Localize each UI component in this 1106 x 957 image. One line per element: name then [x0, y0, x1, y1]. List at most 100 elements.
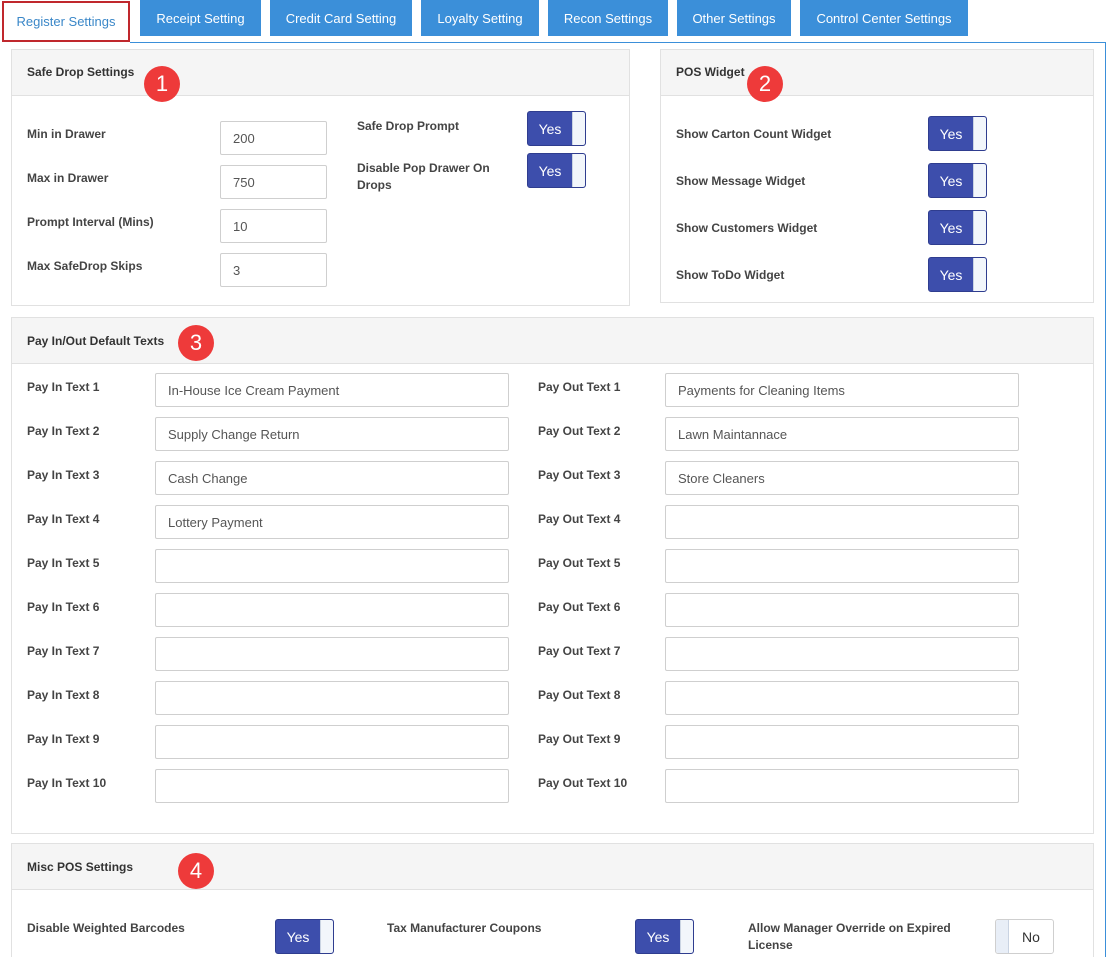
tab-receipt-setting[interactable]: Receipt Setting	[140, 0, 261, 36]
panel-title: Safe Drop Settings	[27, 65, 135, 79]
pay-out-label: Pay Out Text 3	[538, 468, 621, 482]
panel-header: POS Widget 2	[661, 50, 1093, 102]
toggle-label: Tax Manufacturer Coupons	[387, 921, 542, 935]
toggle-label: Show ToDo Widget	[676, 268, 785, 282]
toggle-label: Show Message Widget	[676, 174, 806, 188]
tab-register-settings[interactable]: Register Settings	[2, 1, 130, 42]
pay-out-text-3-input[interactable]	[665, 461, 1019, 495]
toggle-label: Safe Drop Prompt	[357, 119, 460, 133]
tab-credit-card-setting[interactable]: Credit Card Setting	[270, 0, 412, 36]
toggle-knob	[973, 117, 986, 150]
toggle-label: Disable Weighted Barcodes	[27, 921, 185, 935]
pay-in-text-2-input[interactable]	[155, 417, 509, 451]
panel-title: Pay In/Out Default Texts	[27, 334, 165, 348]
pay-in-label: Pay In Text 7	[27, 644, 100, 658]
misc-pos-settings-panel: Misc POS Settings 4 Disable Weighted Bar…	[11, 843, 1094, 957]
tab-recon-settings[interactable]: Recon Settings	[548, 0, 668, 36]
callout-badge-4: 4	[178, 853, 214, 889]
pay-in-text-3-input[interactable]	[155, 461, 509, 495]
message-widget-toggle[interactable]: Yes	[928, 163, 987, 198]
customers-widget-toggle[interactable]: Yes	[928, 210, 987, 245]
tax-manufacturer-coupons-toggle[interactable]: Yes	[635, 919, 694, 954]
pay-in-label: Pay In Text 5	[27, 556, 100, 570]
pay-in-text-8-input[interactable]	[155, 681, 509, 715]
pay-out-label: Pay Out Text 5	[538, 556, 621, 570]
tab-loyalty-setting[interactable]: Loyalty Setting	[421, 0, 539, 36]
carton-count-widget-toggle[interactable]: Yes	[928, 116, 987, 151]
panel-header: Pay In/Out Default Texts 3	[12, 318, 1093, 364]
toggle-state: Yes	[939, 219, 963, 236]
field-label: Max SafeDrop Skips	[27, 259, 143, 273]
tab-other-settings[interactable]: Other Settings	[677, 0, 791, 36]
pay-in-text-10-input[interactable]	[155, 769, 509, 803]
tab-control-center-settings[interactable]: Control Center Settings	[800, 0, 968, 36]
pay-out-text-1-input[interactable]	[665, 373, 1019, 407]
pay-in-label: Pay In Text 4	[27, 512, 100, 526]
max-safedrop-skips-input[interactable]	[220, 253, 327, 287]
panel-title: POS Widget	[676, 65, 745, 79]
pay-out-label: Pay Out Text 6	[538, 600, 621, 614]
pay-out-label: Pay Out Text 9	[538, 732, 621, 746]
pay-out-text-2-input[interactable]	[665, 417, 1019, 451]
pay-out-label: Pay Out Text 1	[538, 380, 621, 394]
settings-tab-bar: Register Settings Receipt Setting Credit…	[0, 0, 1106, 43]
pay-in-text-6-input[interactable]	[155, 593, 509, 627]
field-label: Prompt Interval (Mins)	[27, 215, 154, 229]
pay-out-label: Pay Out Text 8	[538, 688, 621, 702]
prompt-interval-input[interactable]	[220, 209, 327, 243]
pay-out-label: Pay Out Text 10	[538, 776, 628, 790]
min-in-drawer-input[interactable]	[220, 121, 327, 155]
pay-in-text-4-input[interactable]	[155, 505, 509, 539]
toggle-label: Disable Pop Drawer On Drops	[357, 161, 490, 192]
toggle-state: Yes	[939, 266, 963, 283]
pay-in-text-9-input[interactable]	[155, 725, 509, 759]
pay-in-label: Pay In Text 3	[27, 468, 100, 482]
toggle-state: Yes	[538, 120, 562, 137]
pay-in-label: Pay In Text 10	[27, 776, 107, 790]
safe-drop-prompt-toggle[interactable]: Yes	[527, 111, 586, 146]
toggle-label: Show Carton Count Widget	[676, 127, 832, 141]
toggle-label: Show Customers Widget	[676, 221, 818, 235]
disable-pop-drawer-toggle[interactable]: Yes	[527, 153, 586, 188]
pay-out-text-9-input[interactable]	[665, 725, 1019, 759]
toggle-state: Yes	[538, 162, 562, 179]
toggle-label: Allow Manager Override on Expired Licens…	[748, 921, 951, 952]
toggle-knob	[973, 211, 986, 244]
toggle-state: No	[1022, 928, 1040, 945]
disable-weighted-barcodes-toggle[interactable]: Yes	[275, 919, 334, 954]
allow-manager-override-toggle[interactable]: No	[995, 919, 1054, 954]
pay-out-label: Pay Out Text 7	[538, 644, 621, 658]
pay-out-text-8-input[interactable]	[665, 681, 1019, 715]
pay-in-text-7-input[interactable]	[155, 637, 509, 671]
toggle-state: Yes	[939, 172, 963, 189]
pay-in-text-1-input[interactable]	[155, 373, 509, 407]
callout-badge-1: 1	[144, 66, 180, 102]
pay-in-label: Pay In Text 6	[27, 600, 100, 614]
callout-badge-2: 2	[747, 66, 783, 102]
toggle-knob	[973, 164, 986, 197]
max-in-drawer-input[interactable]	[220, 165, 327, 199]
toggle-knob	[572, 154, 585, 187]
panel-header: Misc POS Settings 4	[12, 844, 1093, 890]
pay-in-text-5-input[interactable]	[155, 549, 509, 583]
pay-out-text-10-input[interactable]	[665, 769, 1019, 803]
panel-header: Safe Drop Settings 1	[12, 50, 629, 102]
field-label: Max in Drawer	[27, 171, 109, 185]
pay-out-text-5-input[interactable]	[665, 549, 1019, 583]
toggle-state: Yes	[286, 928, 310, 945]
pay-in-label: Pay In Text 8	[27, 688, 100, 702]
pay-out-text-6-input[interactable]	[665, 593, 1019, 627]
pay-in-out-texts-panel: Pay In/Out Default Texts 3 Pay In Text 1…	[11, 317, 1094, 834]
toggle-state: Yes	[939, 125, 963, 142]
safe-drop-settings-panel: Safe Drop Settings 1 Min in Drawer Max i…	[11, 49, 630, 306]
field-label: Min in Drawer	[27, 127, 106, 141]
pay-in-label: Pay In Text 1	[27, 380, 100, 394]
toggle-knob	[973, 258, 986, 291]
toggle-knob	[680, 920, 693, 953]
pay-out-text-4-input[interactable]	[665, 505, 1019, 539]
pay-out-text-7-input[interactable]	[665, 637, 1019, 671]
toggle-state: Yes	[646, 928, 670, 945]
pay-in-label: Pay In Text 2	[27, 424, 100, 438]
todo-widget-toggle[interactable]: Yes	[928, 257, 987, 292]
toggle-knob	[320, 920, 333, 953]
